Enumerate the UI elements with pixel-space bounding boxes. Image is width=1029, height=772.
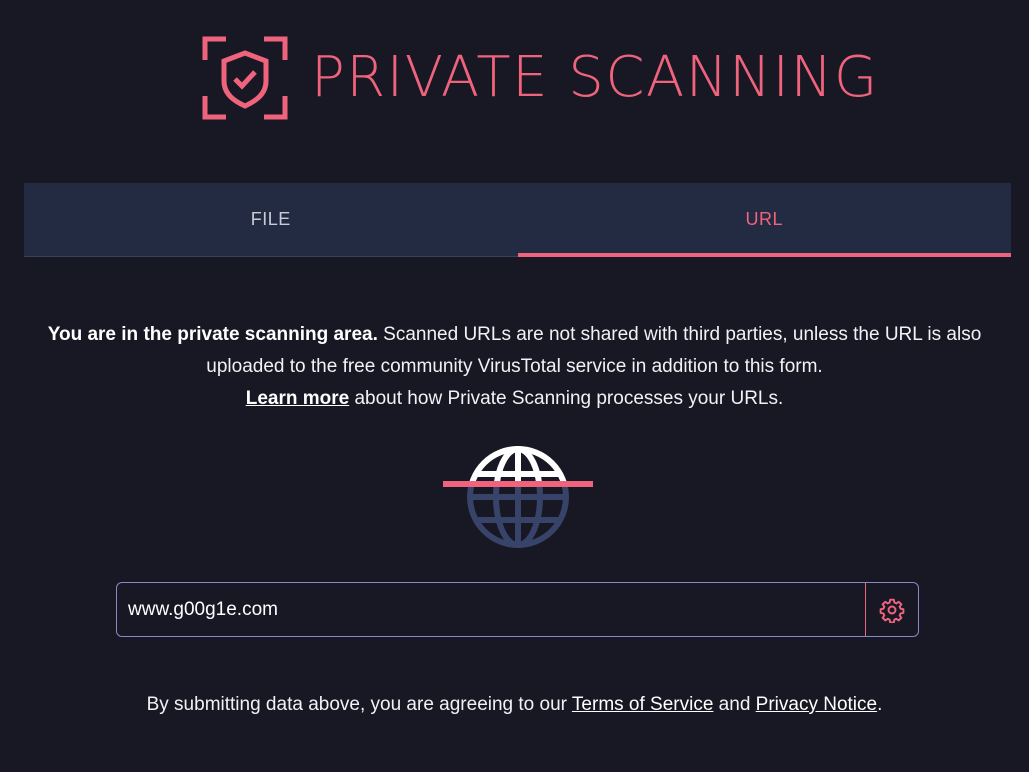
tab-bar: FILE URL: [24, 183, 1011, 257]
url-settings-button[interactable]: [865, 583, 918, 636]
learn-more-link[interactable]: Learn more: [246, 388, 349, 409]
tab-url[interactable]: URL: [517, 183, 1012, 257]
info-text: You are in the private scanning area. Sc…: [20, 319, 1009, 415]
footer-prefix: By submitting data above, you are agreei…: [146, 694, 572, 715]
url-form: [116, 582, 919, 637]
header: PRIVATE SCANNING: [0, 0, 1029, 160]
globe-icon: [443, 446, 593, 548]
gear-icon: [879, 598, 905, 623]
tab-file[interactable]: FILE: [24, 183, 518, 256]
privacy-notice-link[interactable]: Privacy Notice: [756, 694, 877, 715]
shield-check-icon: [202, 36, 288, 120]
footer-suffix: .: [877, 694, 883, 715]
footer-text: By submitting data above, you are agreei…: [0, 690, 1029, 720]
url-input[interactable]: [117, 583, 865, 636]
page-title: PRIVATE SCANNING: [311, 45, 879, 110]
info-bold-lead: You are in the private scanning area.: [47, 324, 378, 345]
terms-of-service-link[interactable]: Terms of Service: [572, 694, 713, 715]
learn-more-rest: about how Private Scanning processes you…: [349, 388, 784, 409]
footer-and: and: [713, 694, 756, 715]
